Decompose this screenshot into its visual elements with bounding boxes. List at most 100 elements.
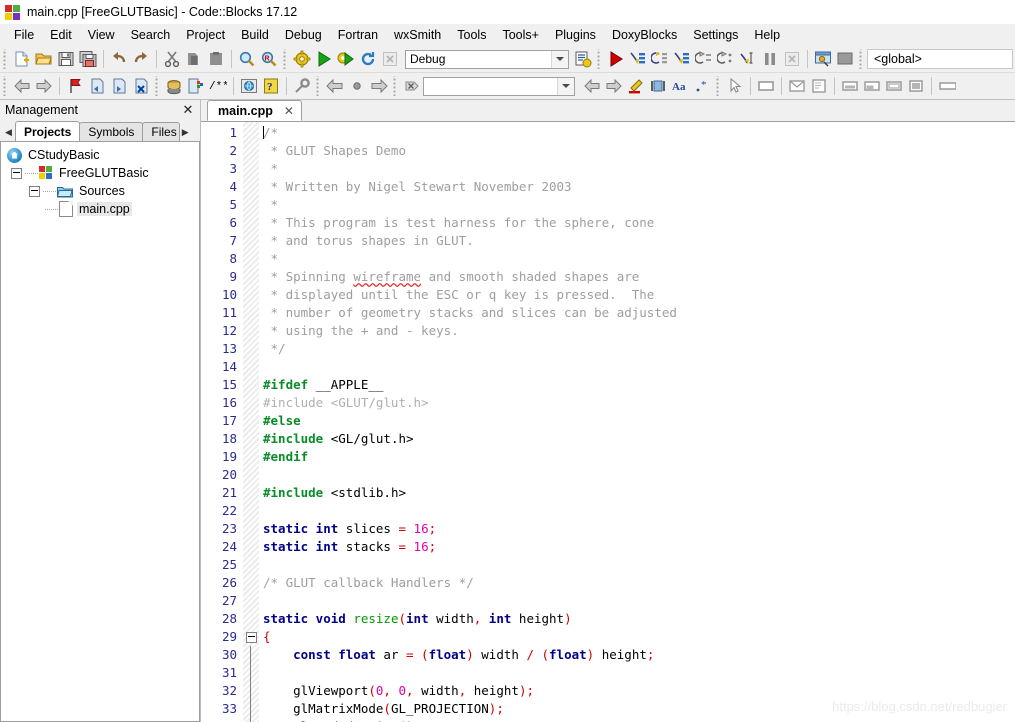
chevron-right-icon[interactable]: ▶ [179,123,192,141]
menu-fortran[interactable]: Fortran [330,26,386,44]
fold-margin[interactable] [243,122,259,722]
next-instruction-icon[interactable] [693,48,715,70]
doxyblocks-html-icon[interactable] [238,75,260,97]
regex-icon[interactable]: * [691,75,713,97]
toolbar-grip[interactable] [282,49,289,69]
menu-search[interactable]: Search [123,26,179,44]
pointer-icon[interactable] [724,75,746,97]
redo-icon[interactable] [130,48,152,70]
build-icon[interactable] [291,48,313,70]
fortran-next-icon[interactable] [368,75,390,97]
undo-icon[interactable] [108,48,130,70]
tree-node-workspace[interactable]: CStudyBasic [1,146,199,164]
run-to-cursor-icon[interactable] [737,48,759,70]
fold-toggle[interactable] [243,628,259,646]
menu-tools-plus[interactable]: Tools+ [494,26,546,44]
stop-debugger-icon[interactable] [781,48,803,70]
project-tree[interactable]: CStudyBasic FreeGLUTBasic Sources main.c… [0,141,200,722]
toolbar-grip[interactable] [715,76,722,96]
build-target-options-icon[interactable] [572,48,594,70]
debugger-scope-box[interactable]: <global> [867,49,1013,69]
menu-doxyblocks[interactable]: DoxyBlocks [604,26,685,44]
forward-icon[interactable] [33,75,55,97]
build-and-run-icon[interactable] [335,48,357,70]
save-icon[interactable] [55,48,77,70]
frame-icon[interactable] [808,75,830,97]
incr-prev-icon[interactable] [581,75,603,97]
abort-icon[interactable] [379,48,401,70]
highlight-icon[interactable] [625,75,647,97]
run-icon[interactable] [313,48,335,70]
fortran-mark-icon[interactable] [346,75,368,97]
code-text[interactable]: /* * GLUT Shapes Demo * * Written by Nig… [259,122,1015,722]
incr-next-icon[interactable] [603,75,625,97]
toolbar-grip[interactable] [392,76,399,96]
cut-icon[interactable] [161,48,183,70]
layout-box-icon[interactable] [883,75,905,97]
panel-icon[interactable] [755,75,777,97]
dialog-icon[interactable] [786,75,808,97]
menu-settings[interactable]: Settings [685,26,746,44]
tree-node-file[interactable]: main.cpp [1,200,199,218]
step-into-icon[interactable] [627,48,649,70]
layout-wide-icon[interactable] [936,75,958,97]
toolbar-grip[interactable] [2,49,9,69]
close-icon[interactable]: ✕ [283,104,295,118]
clear-search-icon[interactable] [401,75,423,97]
step-over-icon[interactable] [649,48,671,70]
clear-bookmarks-icon[interactable] [130,75,152,97]
menu-help[interactable]: Help [746,26,788,44]
tree-node-project[interactable]: FreeGLUTBasic [1,164,199,182]
break-debugger-icon[interactable] [759,48,781,70]
menu-wxsmith[interactable]: wxSmith [386,26,449,44]
tab-files[interactable]: Files [142,122,180,141]
layout-left-icon[interactable] [861,75,883,97]
doxyblocks-chm-icon[interactable]: ? [260,75,282,97]
menu-view[interactable]: View [80,26,123,44]
replace-icon[interactable]: R [258,48,280,70]
close-icon[interactable]: ✕ [180,102,196,118]
find-icon[interactable] [236,48,258,70]
step-out-icon[interactable] [671,48,693,70]
debug-continue-icon[interactable] [605,48,627,70]
toolbar-grip[interactable] [315,76,322,96]
tree-node-folder[interactable]: Sources [1,182,199,200]
paste-icon[interactable] [205,48,227,70]
rebuild-icon[interactable] [357,48,379,70]
debugging-windows-icon[interactable] [812,48,834,70]
fortran-prev-icon[interactable] [324,75,346,97]
selected-only-icon[interactable] [647,75,669,97]
menu-bar[interactable]: File Edit View Search Project Build Debu… [0,24,1015,46]
menu-build[interactable]: Build [233,26,277,44]
next-bookmark-icon[interactable] [108,75,130,97]
expander-icon[interactable] [11,167,22,179]
search-input[interactable] [423,76,575,96]
save-all-icon[interactable] [77,48,99,70]
toolbar-grip[interactable] [596,49,603,69]
menu-tools[interactable]: Tools [449,26,494,44]
open-file-icon[interactable] [33,48,55,70]
various-info-icon[interactable] [834,48,856,70]
toolbar-grip[interactable] [858,49,865,69]
code-editor[interactable]: 1 2 3 4 5 6 7 8 9 10 11 12 13 14 15 16 17 18 19 20 21 22 23 24 2… [201,122,1015,722]
editor-tab-main-cpp[interactable]: main.cpp ✕ [207,100,302,121]
new-file-icon[interactable] [11,48,33,70]
menu-edit[interactable]: Edit [42,26,80,44]
expander-icon[interactable] [29,185,40,197]
toolbar-grip[interactable] [154,76,161,96]
layout-fill-icon[interactable] [905,75,927,97]
build-target-select[interactable]: Debug [405,49,569,69]
chevron-left-icon[interactable]: ◀ [2,123,15,141]
chevron-down-icon[interactable] [557,77,574,95]
doxyblocks-config-icon[interactable] [291,75,313,97]
toggle-bookmark-icon[interactable] [64,75,86,97]
doxyblocks-comment-icon[interactable]: /** *< [207,75,229,97]
doxyblocks-run-icon[interactable] [163,75,185,97]
layout-top-icon[interactable] [839,75,861,97]
chevron-down-icon[interactable] [551,50,568,68]
menu-project[interactable]: Project [178,26,233,44]
toolbar-grip[interactable] [2,76,9,96]
back-icon[interactable] [11,75,33,97]
previous-bookmark-icon[interactable] [86,75,108,97]
tab-projects[interactable]: Projects [15,121,81,141]
